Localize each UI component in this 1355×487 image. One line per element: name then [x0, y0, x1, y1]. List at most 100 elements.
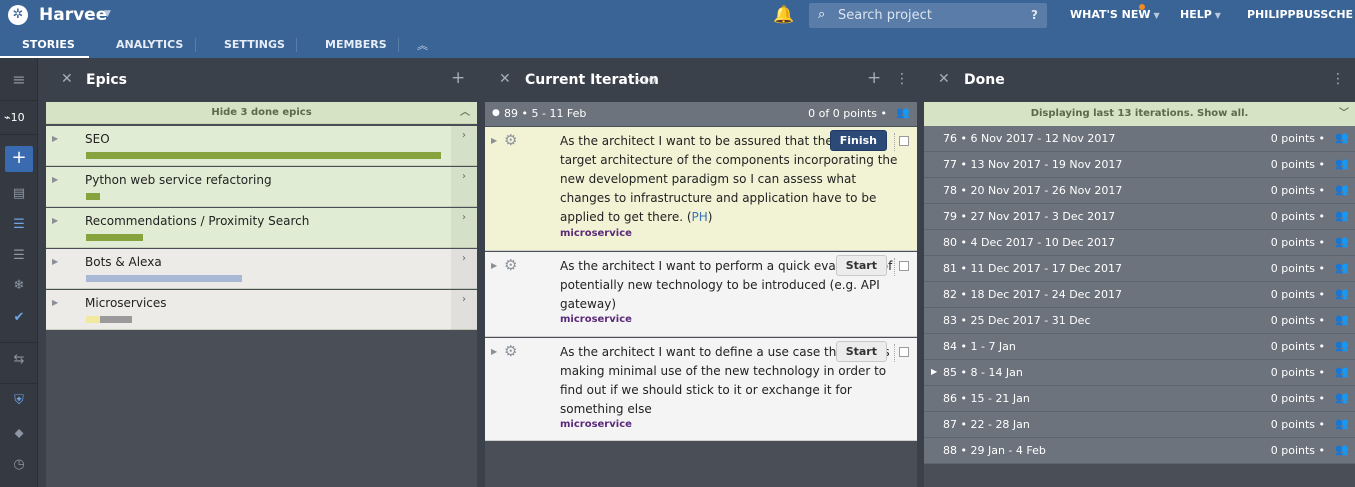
tag-icon[interactable]: ⬥: [0, 426, 38, 441]
epic-name[interactable]: Bots & Alexa: [85, 255, 162, 269]
more-menu-icon[interactable]: ⋮: [1331, 71, 1345, 87]
story-card[interactable]: ▶ ⚙ As the architect I want to be assured …: [485, 127, 917, 251]
people-icon[interactable]: 👥: [1335, 365, 1349, 378]
tab-settings[interactable]: SETTINGS: [224, 38, 285, 51]
people-icon[interactable]: 👥: [1335, 287, 1349, 300]
project-dropdown-caret-icon[interactable]: ▼: [104, 9, 111, 19]
story-card[interactable]: ▶ ⚙ As the architect I want to define a us…: [485, 338, 917, 441]
done-iteration-row[interactable]: 82 • 18 Dec 2017 - 24 Dec 2017 0 points •…: [924, 282, 1355, 308]
more-menu-icon[interactable]: ⋮: [895, 71, 909, 87]
epic-open-chevron-icon[interactable]: ›: [451, 249, 477, 289]
gear-icon[interactable]: ⚙: [504, 131, 517, 149]
start-button[interactable]: Start: [835, 255, 887, 276]
epic-row[interactable]: ▶ Bots & Alexa ›: [46, 249, 477, 289]
epic-name[interactable]: SEO: [85, 132, 110, 146]
expand-arrow-icon[interactable]: ▶: [52, 134, 58, 143]
gear-icon[interactable]: ⚙: [504, 256, 517, 274]
search-placeholder[interactable]: Search project: [838, 8, 932, 23]
people-icon[interactable]: 👥: [896, 106, 910, 119]
people-icon[interactable]: 👥: [1335, 183, 1349, 196]
clock-icon[interactable]: ◷: [0, 457, 38, 472]
show-all-iterations-toggle[interactable]: Displaying last 13 iterations. Show all.…: [924, 102, 1355, 126]
epic-open-chevron-icon[interactable]: ›: [451, 126, 477, 166]
people-icon[interactable]: 👥: [1335, 157, 1349, 170]
hide-done-epics-toggle[interactable]: Hide 3 done epics ︿: [46, 102, 477, 124]
done-iteration-row[interactable]: 83 • 25 Dec 2017 - 31 Dec 0 points • 👥: [924, 308, 1355, 334]
done-iteration-row[interactable]: 80 • 4 Dec 2017 - 10 Dec 2017 0 points • 👥: [924, 230, 1355, 256]
epic-name[interactable]: Microservices: [85, 296, 167, 310]
shield-icon[interactable]: ⛨: [0, 393, 38, 408]
start-button[interactable]: Start: [835, 341, 887, 362]
done-iteration-row[interactable]: 76 • 6 Nov 2017 - 12 Nov 2017 0 points • 👥: [924, 126, 1355, 152]
add-story-button[interactable]: +: [5, 146, 33, 172]
user-menu[interactable]: PHILIPPBUSSCHE: [1247, 8, 1353, 21]
done-iteration-row[interactable]: ▶ 85 • 8 - 14 Jan 0 points • 👥: [924, 360, 1355, 386]
bell-icon[interactable]: 🔔: [773, 5, 794, 25]
done-iteration-row[interactable]: 84 • 1 - 7 Jan 0 points • 👥: [924, 334, 1355, 360]
close-icon[interactable]: ✕: [499, 71, 511, 87]
finish-button[interactable]: Finish: [829, 130, 887, 151]
owner-link[interactable]: PH: [692, 210, 708, 224]
list-icon[interactable]: ☰: [0, 248, 38, 263]
done-iteration-row[interactable]: 87 • 22 - 28 Jan 0 points • 👥: [924, 412, 1355, 438]
menu-icon[interactable]: ≡: [0, 70, 38, 89]
search-box[interactable]: ⌕ Search project ?: [809, 3, 1047, 28]
people-icon[interactable]: 👥: [1335, 417, 1349, 430]
people-icon[interactable]: 👥: [1335, 313, 1349, 326]
gear-icon[interactable]: ⚙: [504, 342, 517, 360]
epic-row[interactable]: ▶ Python web service refactoring ›: [46, 167, 477, 207]
epic-open-chevron-icon[interactable]: ›: [451, 208, 477, 248]
epic-open-chevron-icon[interactable]: ›: [451, 290, 477, 330]
expand-arrow-icon[interactable]: ▶: [491, 136, 497, 145]
expand-arrow-icon[interactable]: ▶: [52, 257, 58, 266]
story-label[interactable]: microservice: [560, 314, 632, 325]
search-help-icon[interactable]: ?: [1031, 8, 1038, 22]
iteration-header[interactable]: ● 89 • 5 - 11 Feb 0 of 0 points • 👥: [485, 102, 917, 126]
add-epic-icon[interactable]: +: [451, 68, 465, 88]
done-iteration-row[interactable]: 88 • 29 Jan - 4 Feb 0 points • 👥: [924, 438, 1355, 464]
list-icon[interactable]: ☰: [0, 217, 38, 232]
arrows-icon[interactable]: ⇆: [0, 352, 38, 367]
inbox-icon[interactable]: ▤: [0, 186, 38, 201]
close-icon[interactable]: ✕: [61, 71, 73, 87]
epic-row[interactable]: ▶ SEO ›: [46, 126, 477, 166]
snowflake-icon[interactable]: ❄: [0, 278, 38, 293]
tab-stories[interactable]: STORIES: [22, 38, 75, 51]
select-checkbox[interactable]: [899, 347, 909, 357]
done-iteration-row[interactable]: 81 • 11 Dec 2017 - 17 Dec 2017 0 points •…: [924, 256, 1355, 282]
people-icon[interactable]: 👥: [1335, 209, 1349, 222]
tab-members[interactable]: MEMBERS: [325, 38, 387, 51]
done-iteration-row[interactable]: 86 • 15 - 21 Jan 0 points • 👥: [924, 386, 1355, 412]
epic-name[interactable]: Python web service refactoring: [85, 173, 272, 187]
collapse-header-icon[interactable]: ︽: [417, 37, 428, 53]
done-iteration-row[interactable]: 77 • 13 Nov 2017 - 19 Nov 2017 0 points •…: [924, 152, 1355, 178]
epic-row[interactable]: ▶ Microservices ›: [46, 290, 477, 330]
check-icon[interactable]: ✔: [0, 310, 38, 325]
project-name[interactable]: Harvee: [39, 5, 107, 25]
epic-name[interactable]: Recommendations / Proximity Search: [85, 214, 309, 228]
expand-arrow-icon[interactable]: ▶: [52, 175, 58, 184]
expand-arrow-icon[interactable]: ▶: [491, 347, 497, 356]
close-icon[interactable]: ✕: [938, 71, 950, 87]
help-menu[interactable]: HELP ▼: [1180, 8, 1221, 21]
expand-arrow-icon[interactable]: ▶: [52, 298, 58, 307]
whats-new-menu[interactable]: WHAT'S NEW ▼: [1070, 8, 1160, 21]
select-checkbox[interactable]: [899, 261, 909, 271]
people-icon[interactable]: 👥: [1335, 261, 1349, 274]
epic-open-chevron-icon[interactable]: ›: [451, 167, 477, 207]
expand-arrow-icon[interactable]: ▶: [931, 367, 937, 376]
add-story-icon[interactable]: +: [867, 68, 881, 88]
people-icon[interactable]: 👥: [1335, 391, 1349, 404]
story-card[interactable]: ▶ ⚙ As the architect I want to perform a q…: [485, 252, 917, 337]
velocity-indicator[interactable]: ⌁10: [4, 111, 25, 124]
select-checkbox[interactable]: [899, 136, 909, 146]
epic-row[interactable]: ▶ Recommendations / Proximity Search ›: [46, 208, 477, 248]
expand-arrow-icon[interactable]: ▶: [52, 216, 58, 225]
done-iteration-row[interactable]: 79 • 27 Nov 2017 - 3 Dec 2017 0 points • 👥: [924, 204, 1355, 230]
people-icon[interactable]: 👥: [1335, 339, 1349, 352]
story-label[interactable]: microservice: [560, 419, 632, 430]
people-icon[interactable]: 👥: [1335, 443, 1349, 456]
harvest-logo-icon[interactable]: ✲: [8, 5, 28, 25]
done-iteration-row[interactable]: 78 • 20 Nov 2017 - 26 Nov 2017 0 points •…: [924, 178, 1355, 204]
people-icon[interactable]: 👥: [1335, 235, 1349, 248]
